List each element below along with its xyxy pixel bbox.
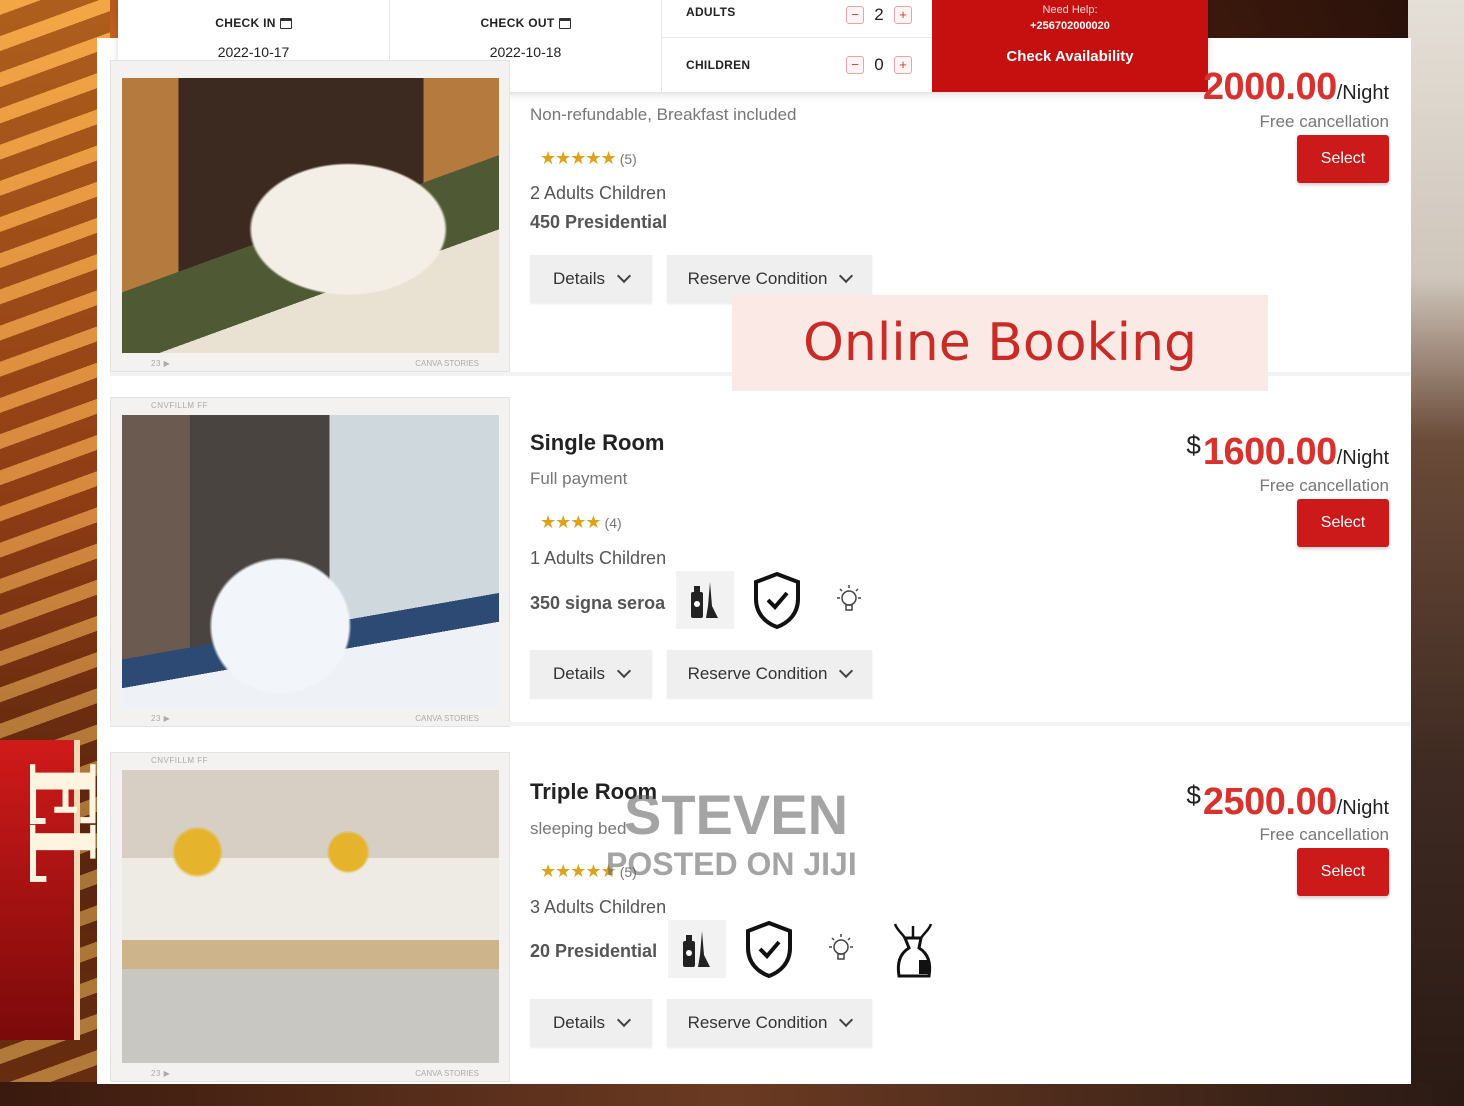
room-price: 2000.00 /Night	[1201, 68, 1389, 106]
room-image	[122, 770, 499, 1063]
room-card: CNVFILLM FF 23 ▶ CANVA STORIES Single Ro…	[110, 397, 1410, 727]
room-price: $ 2500.00 /Night	[1186, 780, 1389, 821]
spray-bottle-icon	[884, 920, 942, 978]
room-photo[interactable]: CNVFILLM FF 23 ▶ CANVA STORIES	[110, 752, 510, 1082]
select-room-button[interactable]: Select	[1297, 135, 1389, 183]
background-facade-right	[1408, 0, 1464, 1106]
room-capacity: 2 Adults Children	[530, 183, 667, 203]
room-image	[122, 415, 499, 708]
price-period: /Night	[1336, 797, 1389, 819]
room-rating: ★★★★★ (5)	[540, 148, 637, 169]
details-label: Details	[553, 664, 605, 683]
reserve-condition-button[interactable]: Reserve Condition	[667, 999, 872, 1047]
calendar-icon	[279, 17, 292, 29]
calendar-icon	[558, 17, 571, 29]
reserve-condition-label: Reserve Condition	[687, 269, 828, 288]
select-room-button[interactable]: Select	[1297, 848, 1389, 896]
check-in-value: 2022-10-17	[217, 44, 290, 60]
photo-caption-left: 23 ▶	[151, 1069, 171, 1078]
background-bottom	[0, 1082, 1464, 1106]
chevron-down-icon	[839, 268, 854, 284]
photo-caption-left: 23 ▶	[151, 359, 171, 368]
price-currency: $	[1186, 430, 1201, 460]
room-price: $ 1600.00 /Night	[1186, 430, 1389, 471]
reserve-condition-label: Reserve Condition	[687, 1013, 828, 1032]
cleaning-icon	[676, 571, 734, 629]
room-capacity: 1 Adults Children	[530, 548, 667, 568]
price-amount: 1600.00	[1202, 431, 1337, 473]
adults-decrement-button[interactable]: −	[846, 6, 864, 24]
check-out-label: CHECK OUT	[480, 16, 555, 30]
light-bulb-icon	[812, 920, 870, 978]
check-out-value: 2022-10-18	[489, 44, 562, 60]
star-rating-icon: ★★★★	[540, 512, 602, 532]
photo-caption-top: CNVFILLM FF	[151, 756, 209, 765]
adults-value: 2	[874, 5, 884, 24]
watermark-name: STEVEN	[624, 783, 849, 846]
star-rating-icon: ★★★★★	[540, 861, 617, 881]
online-booking-banner: Online Booking	[732, 295, 1268, 391]
price-currency: $	[1186, 780, 1201, 810]
adults-row: ADULTS − 2 +	[662, 0, 932, 38]
star-rating-icon: ★★★★★	[540, 148, 617, 168]
room-subtitle: Full payment	[530, 469, 628, 488]
help-phone[interactable]: +256702000020	[1030, 20, 1110, 32]
adults-increment-button[interactable]: +	[894, 6, 912, 24]
reserve-condition-label: Reserve Condition	[687, 664, 828, 683]
amenities-list	[676, 571, 878, 629]
details-button[interactable]: Details	[530, 255, 652, 303]
cancellation-policy: Free cancellation	[1259, 476, 1389, 495]
check-in-label: CHECK IN	[215, 16, 276, 30]
room-image	[122, 78, 499, 353]
chevron-down-icon	[839, 1012, 854, 1028]
room-photo[interactable]: CNVFILLM FF 23 ▶ CANVA STORIES	[110, 397, 510, 727]
room-rating: ★★★★ (4)	[540, 512, 622, 533]
rating-count: (5)	[619, 150, 637, 167]
price-period: /Night	[1336, 447, 1389, 469]
room-capacity: 3 Adults Children	[530, 897, 667, 917]
cancellation-policy: Free cancellation	[1259, 825, 1389, 844]
reserve-condition-button[interactable]: Reserve Condition	[667, 650, 872, 698]
select-room-button[interactable]: Select	[1297, 499, 1389, 547]
cancellation-policy: Free cancellation	[1259, 112, 1389, 131]
room-detail: 20 Presidential	[530, 941, 658, 961]
room-title: Single Room	[530, 430, 665, 455]
chevron-down-icon	[839, 663, 854, 679]
amenities-list	[668, 920, 942, 978]
help-label: Need Help:	[1042, 4, 1098, 16]
online-booking-text: Online Booking	[802, 313, 1198, 373]
details-button[interactable]: Details	[530, 650, 652, 698]
details-button[interactable]: Details	[530, 999, 652, 1047]
details-label: Details	[553, 1013, 605, 1032]
room-photo[interactable]: 23 ▶ CANVA STORIES	[110, 60, 510, 372]
price-amount: 2500.00	[1202, 781, 1337, 823]
details-label: Details	[553, 269, 605, 288]
photo-caption-right: CANVA STORIES	[415, 1069, 479, 1078]
shield-check-icon	[748, 571, 806, 629]
background-hotel-sign: EL	[0, 740, 114, 1040]
chevron-down-icon	[616, 1012, 632, 1028]
adults-label: ADULTS	[686, 5, 736, 19]
light-bulb-icon	[820, 571, 878, 629]
photo-caption-right: CANVA STORIES	[415, 359, 479, 368]
photo-caption-top: CNVFILLM FF	[151, 401, 209, 410]
rating-count: (4)	[604, 514, 622, 531]
room-detail: 350 signa seroa	[530, 593, 666, 613]
room-detail: 450 Presidential	[530, 212, 668, 232]
cleaning-icon	[668, 920, 726, 978]
price-amount: 2000.00	[1202, 66, 1337, 108]
watermark-posted: POSTED ON JIJI	[606, 846, 857, 882]
divider	[110, 722, 1410, 726]
chevron-down-icon	[616, 663, 632, 679]
adults-stepper: − 2 +	[846, 5, 912, 25]
chevron-down-icon	[616, 268, 632, 284]
room-subtitle: Non-refundable, Breakfast included	[530, 105, 797, 124]
shield-check-icon	[740, 920, 798, 978]
price-period: /Night	[1336, 82, 1389, 104]
room-subtitle: sleeping bed	[530, 819, 627, 838]
